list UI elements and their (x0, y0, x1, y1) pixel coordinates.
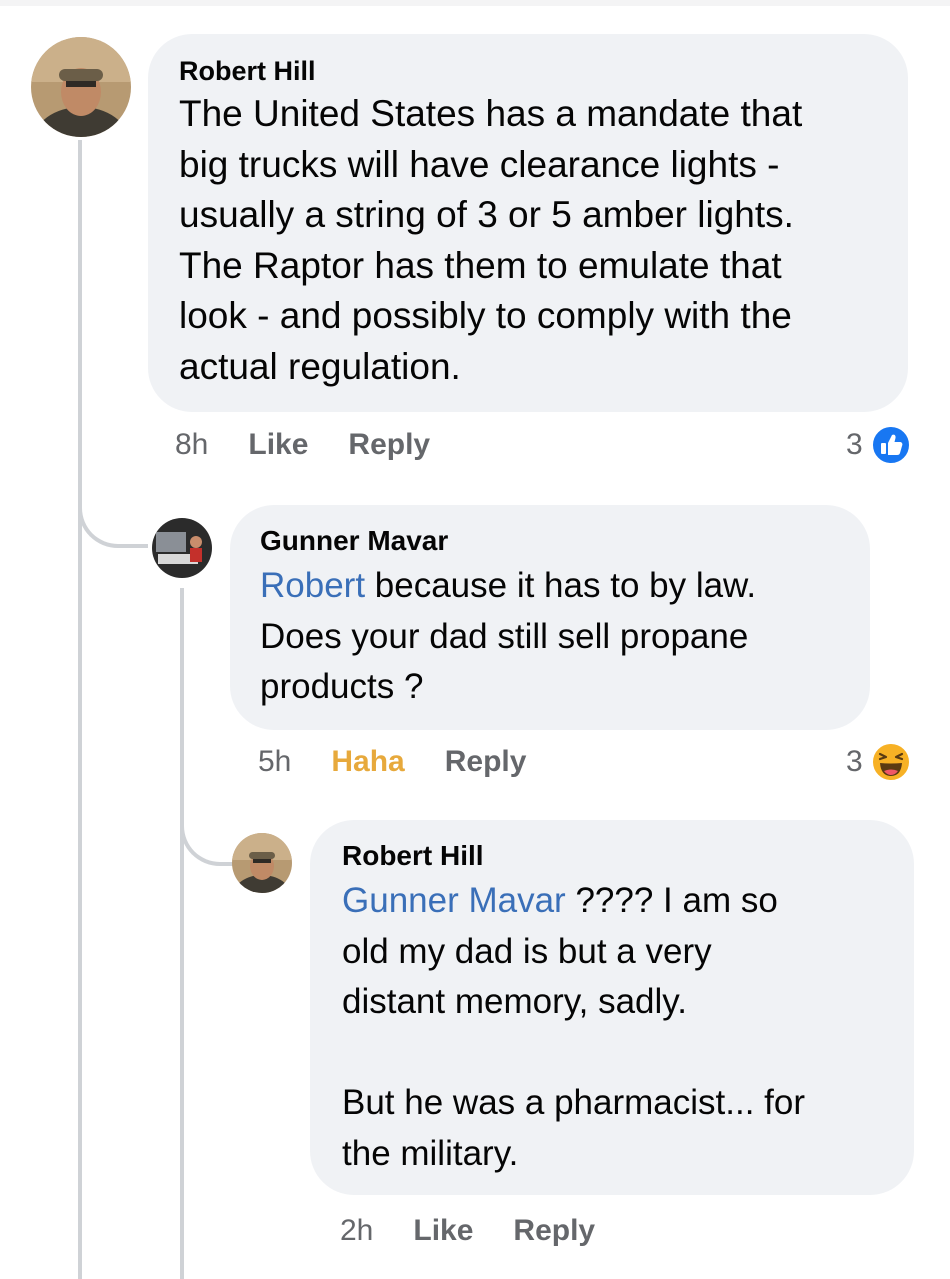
haha-button[interactable]: Haha (331, 745, 404, 779)
reaction-count: 3 (846, 745, 863, 778)
reply-button[interactable]: Reply (348, 428, 430, 462)
comment-author[interactable]: Robert Hill (342, 840, 886, 872)
comment-bubble: Gunner Mavar Robert because it has to by… (230, 505, 870, 730)
avatar-gunner-mavar[interactable] (152, 518, 212, 578)
comment-actions: 2h Like Reply (340, 1214, 595, 1248)
comment-text: Robert because it has to by law. Does yo… (260, 561, 840, 713)
avatar-robert-hill[interactable] (232, 833, 292, 893)
comment-timestamp[interactable]: 2h (340, 1214, 373, 1248)
top-divider (0, 0, 950, 6)
avatar-image (152, 518, 212, 578)
thread-line-main (78, 140, 82, 1279)
reaction-summary[interactable]: 3 (846, 742, 911, 782)
comment-timestamp[interactable]: 5h (258, 745, 291, 779)
avatar-robert-hill[interactable] (31, 37, 131, 137)
like-icon (870, 425, 911, 465)
like-button[interactable]: Like (248, 428, 308, 462)
comment-author[interactable]: Gunner Mavar (260, 525, 840, 557)
like-button[interactable]: Like (413, 1214, 473, 1248)
thread-line-reply (180, 588, 184, 1279)
comment-actions: 5h Haha Reply (258, 745, 526, 779)
avatar-image (232, 833, 292, 893)
mention-link[interactable]: Gunner Mavar (342, 881, 566, 920)
comment-text: Gunner Mavar ???? I am so old my dad is … (342, 876, 886, 1179)
comment-author[interactable]: Robert Hill (179, 56, 878, 87)
reply-button[interactable]: Reply (445, 745, 527, 779)
reaction-summary[interactable]: 3 (846, 425, 911, 465)
thread-connector-reply-2 (180, 810, 234, 866)
reply-button[interactable]: Reply (513, 1214, 595, 1248)
thread-connector-reply-1 (78, 490, 148, 548)
comment-timestamp[interactable]: 8h (175, 428, 208, 462)
comment-actions: 8h Like Reply (175, 428, 430, 462)
haha-icon (870, 742, 911, 782)
reaction-count: 3 (846, 428, 863, 461)
comment-bubble: Robert Hill Gunner Mavar ???? I am so ol… (310, 820, 914, 1195)
comment-text: The United States has a mandate that big… (179, 93, 803, 387)
comment-body: ???? I am so old my dad is but a very di… (342, 881, 805, 1173)
mention-link[interactable]: Robert (260, 566, 365, 605)
comment-bubble: Robert Hill The United States has a mand… (148, 34, 908, 412)
avatar-image (31, 37, 131, 137)
